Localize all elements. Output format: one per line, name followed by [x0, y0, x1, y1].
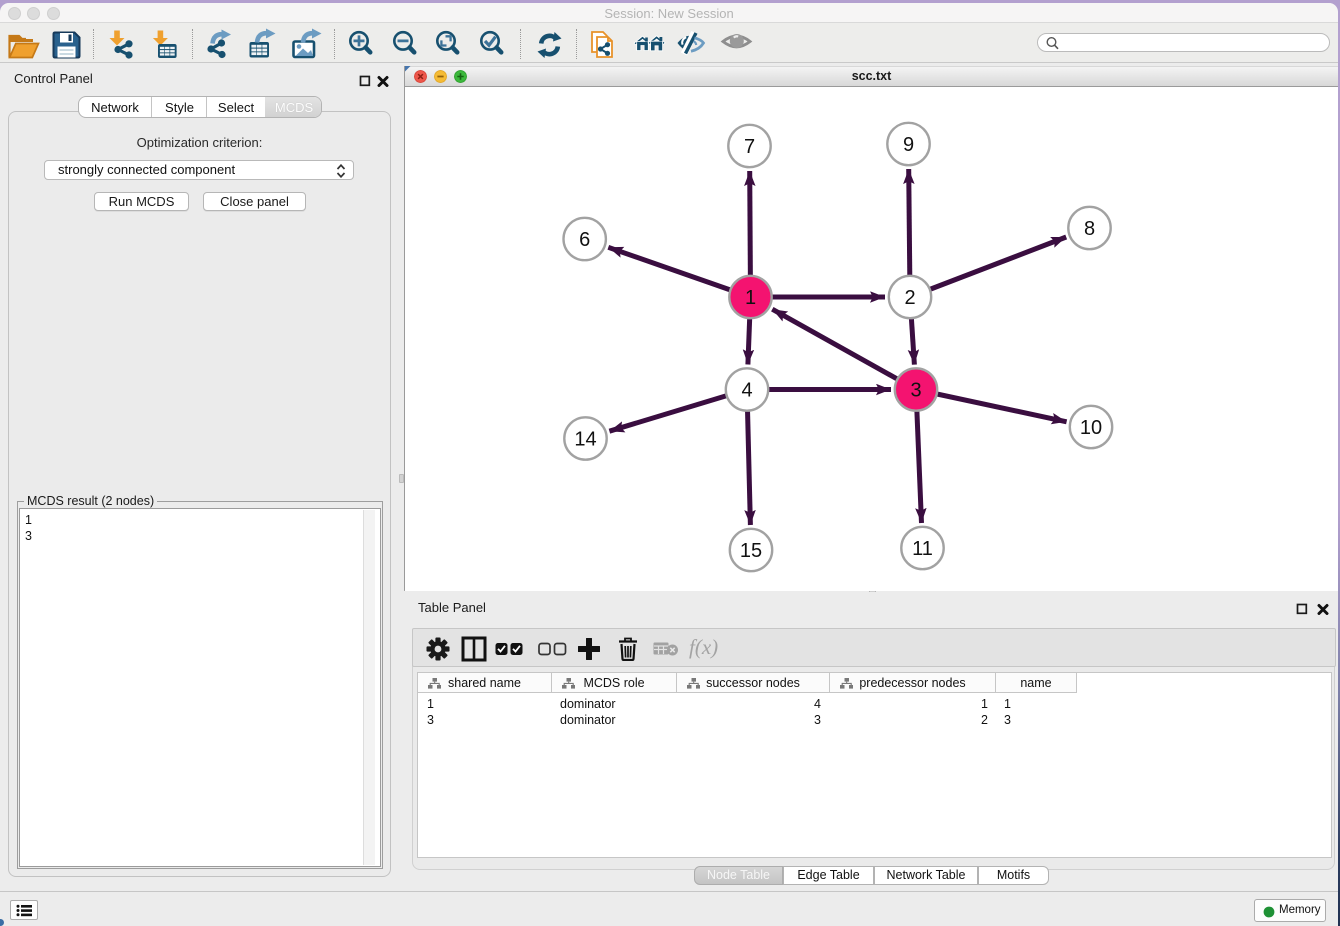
svg-text:11: 11 [912, 538, 933, 560]
svg-text:3: 3 [910, 380, 921, 402]
svg-text:2: 2 [904, 287, 915, 309]
svg-text:8: 8 [1084, 218, 1095, 240]
svg-text:15: 15 [740, 540, 762, 562]
svg-text:1: 1 [745, 287, 756, 309]
svg-text:6: 6 [579, 229, 590, 251]
svg-text:14: 14 [574, 429, 596, 451]
svg-text:9: 9 [903, 134, 914, 156]
svg-text:4: 4 [741, 380, 752, 402]
svg-text:7: 7 [744, 136, 755, 158]
svg-text:10: 10 [1080, 417, 1102, 439]
